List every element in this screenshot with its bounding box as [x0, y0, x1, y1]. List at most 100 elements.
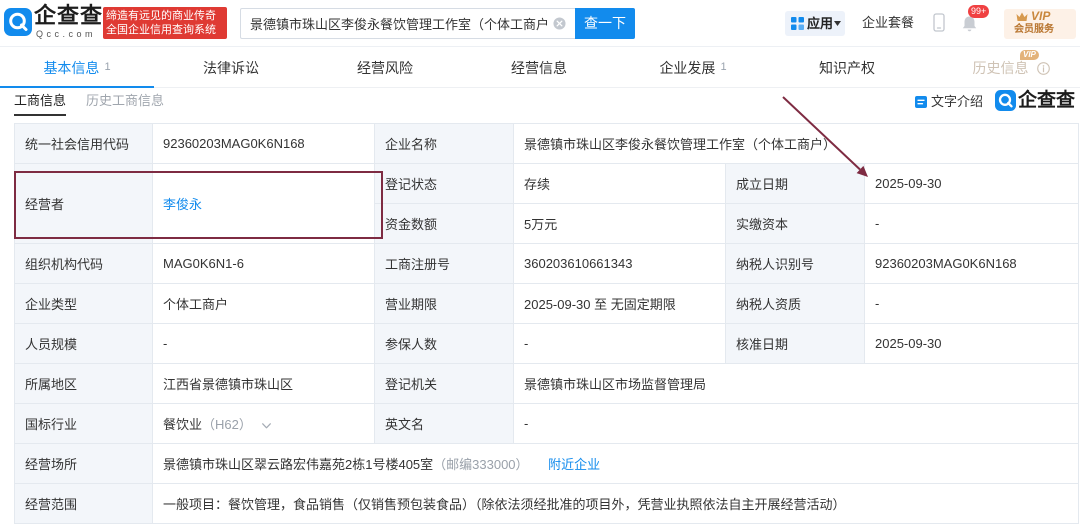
tab-intellectual-property[interactable]: 知识产权 — [770, 48, 924, 88]
table-row: 人员规模 - 参保人数 - 核准日期 2025-09-30 — [14, 323, 1080, 364]
tab-label: 知识产权 — [819, 60, 875, 76]
tab-label: 基本信息 — [43, 60, 100, 76]
org-code-label: 组织机构代码 — [14, 243, 153, 284]
paid-capital-value: - — [863, 203, 1080, 244]
subtab-history-registration[interactable]: 历史工商信息 — [86, 90, 164, 116]
search-box — [240, 8, 575, 39]
search-input[interactable] — [241, 9, 575, 38]
taxpayer-qualification-label: 纳税人资质 — [725, 283, 865, 324]
company-type-value: 个体工商户 — [152, 283, 375, 324]
credit-code-label: 统一社会信用代码 — [14, 123, 153, 164]
vip-label: VIP — [1031, 9, 1051, 23]
capital-value: 5万元 — [513, 203, 726, 244]
main-tabs: 基本信息 1 法律诉讼 经营风险 经营信息 企业发展 1 知识产权 历史信息 V… — [0, 48, 1080, 88]
chevron-down-icon[interactable] — [261, 422, 271, 429]
established-date-label: 成立日期 — [725, 163, 865, 204]
search-button[interactable]: 查一下 — [575, 8, 635, 39]
industry-label: 国标行业 — [14, 403, 153, 444]
tab-label: 经营信息 — [511, 60, 567, 76]
tab-label: 法律诉讼 — [203, 60, 259, 76]
slogan-line: 缔造有远见的商业传奇 — [106, 10, 216, 22]
info-icon[interactable] — [1036, 61, 1050, 75]
logo-text[interactable]: 企查查 — [34, 4, 103, 30]
tab-basic-info[interactable]: 基本信息 1 — [0, 48, 154, 88]
address-cell: 景德镇市珠山区翠云路宏伟嘉苑2栋1号楼405室（邮编333000） 附近企业 — [151, 443, 1080, 484]
tab-label: 经营风险 — [357, 60, 413, 76]
vip-badge: VIP — [1020, 50, 1039, 60]
region-value: 江西省景德镇市珠山区 — [152, 363, 375, 404]
page: 企查查 Qcc.com 缔造有远见的商业传奇 全国企业信用查询系统 查一下 应用 — [0, 0, 1080, 526]
registration-authority-value: 景德镇市珠山区市场监督管理局 — [512, 363, 1080, 404]
table-row: 企业类型 个体工商户 营业期限 2025-09-30 至 无固定期限 纳税人资质… — [14, 283, 1080, 324]
tab-business-risk[interactable]: 经营风险 — [308, 48, 462, 88]
subtab-business-registration[interactable]: 工商信息 — [14, 90, 67, 116]
qcc-logo-icon — [995, 90, 1016, 111]
taxpayer-qualification-value: - — [863, 283, 1080, 324]
operator-cell: 李俊永 — [152, 163, 375, 244]
staff-size-value: - — [152, 323, 375, 364]
staff-size-label: 人员规模 — [14, 323, 153, 364]
phone-icon[interactable] — [933, 13, 945, 32]
postcode: （邮编333000） — [433, 457, 529, 472]
tab-count: 1 — [720, 61, 727, 73]
approval-date-value: 2025-09-30 — [863, 323, 1080, 364]
operator-link[interactable]: 李俊永 — [163, 197, 202, 212]
tab-label: 历史信息 — [972, 60, 1029, 76]
taxpayer-id-label: 纳税人识别号 — [725, 243, 865, 284]
slogan-banner: 缔造有远见的商业传奇 全国企业信用查询系统 — [103, 7, 227, 39]
industry-value: 餐饮业 — [163, 417, 203, 432]
notification-badge: 99+ — [968, 5, 990, 18]
company-name-label: 企业名称 — [374, 123, 514, 164]
paid-capital-label: 实缴资本 — [725, 203, 865, 244]
registration-authority-label: 登记机关 — [374, 363, 514, 404]
logo-domain: Qcc.com — [36, 29, 97, 39]
close-circle-icon[interactable] — [553, 17, 566, 30]
enterprise-plans-link[interactable]: 企业套餐 — [862, 13, 914, 33]
slogan-line: 全国企业信用查询系统 — [106, 24, 216, 36]
established-date-value: 2025-09-30 — [863, 163, 1080, 204]
table-row: 所属地区 江西省景德镇市珠山区 登记机关 景德镇市珠山区市场监督管理局 — [14, 363, 1080, 404]
insured-count-value: - — [513, 323, 726, 364]
table-row: 经营范围 一般项目：餐饮管理，食品销售（仅销售预包装食品）（除依法须经批准的项目… — [14, 483, 1080, 524]
credit-code-value: 92360203MAG0K6N168 — [152, 123, 375, 164]
reg-no-label: 工商注册号 — [374, 243, 514, 284]
business-term-label: 营业期限 — [374, 283, 514, 324]
chevron-down-icon — [834, 21, 841, 26]
tab-label: 企业发展 — [659, 60, 716, 76]
table-row: 经营场所 景德镇市珠山区翠云路宏伟嘉苑2栋1号楼405室（邮编333000） 附… — [14, 443, 1080, 484]
status-value: 存续 — [513, 163, 726, 204]
business-info-table: 统一社会信用代码 92360203MAG0K6N168 企业名称 景德镇市珠山区… — [14, 123, 1080, 524]
table-row: 统一社会信用代码 92360203MAG0K6N168 企业名称 景德镇市珠山区… — [14, 123, 1080, 164]
tab-count: 1 — [104, 61, 111, 73]
qcc-logo-icon[interactable] — [4, 8, 32, 36]
region-label: 所属地区 — [14, 363, 153, 404]
tab-legal-proceedings[interactable]: 法律诉讼 — [154, 48, 308, 88]
nearby-companies-link[interactable]: 附近企业 — [548, 457, 600, 472]
org-code-value: MAG0K6N1-6 — [152, 243, 375, 284]
business-scope-value: 一般项目：餐饮管理，食品销售（仅销售预包装食品）（除依法须经批准的项目外，凭营业… — [151, 483, 1080, 524]
english-name-label: 英文名 — [374, 403, 514, 444]
vip-membership-button[interactable]: VIP 会员服务 — [1004, 9, 1076, 39]
industry-cell: 餐饮业（H62） — [152, 403, 375, 444]
crown-icon — [1016, 12, 1028, 21]
document-icon[interactable] — [915, 96, 927, 108]
operator-label: 经营者 — [14, 163, 153, 244]
apps-label: 应用 — [807, 16, 834, 31]
sub-tabs: 工商信息 历史工商信息 — [14, 90, 184, 116]
table-row: 经营者 李俊永 登记状态 存续 成立日期 2025-09-30 — [14, 163, 1080, 244]
reg-no-value: 360203610661343 — [513, 243, 726, 284]
grid-icon — [791, 17, 804, 30]
business-scope-label: 经营范围 — [14, 483, 153, 524]
table-row: 组织机构代码 MAG0K6N1-6 工商注册号 360203610661343 … — [14, 243, 1080, 284]
apps-menu-button[interactable]: 应用 — [785, 11, 845, 36]
address-value: 景德镇市珠山区翠云路宏伟嘉苑2栋1号楼405室 — [163, 457, 434, 472]
address-label: 经营场所 — [14, 443, 153, 484]
tab-operations-info[interactable]: 经营信息 — [462, 48, 616, 88]
capital-label: 资金数额 — [374, 203, 514, 244]
insured-count-label: 参保人数 — [374, 323, 514, 364]
tab-history-info[interactable]: 历史信息 VIP — [924, 48, 1078, 88]
brand-logo-text: 企查查 — [1018, 89, 1076, 111]
tab-development[interactable]: 企业发展 1 — [616, 48, 770, 88]
approval-date-label: 核准日期 — [725, 323, 865, 364]
text-intro-button[interactable]: 文字介绍 — [931, 92, 983, 112]
